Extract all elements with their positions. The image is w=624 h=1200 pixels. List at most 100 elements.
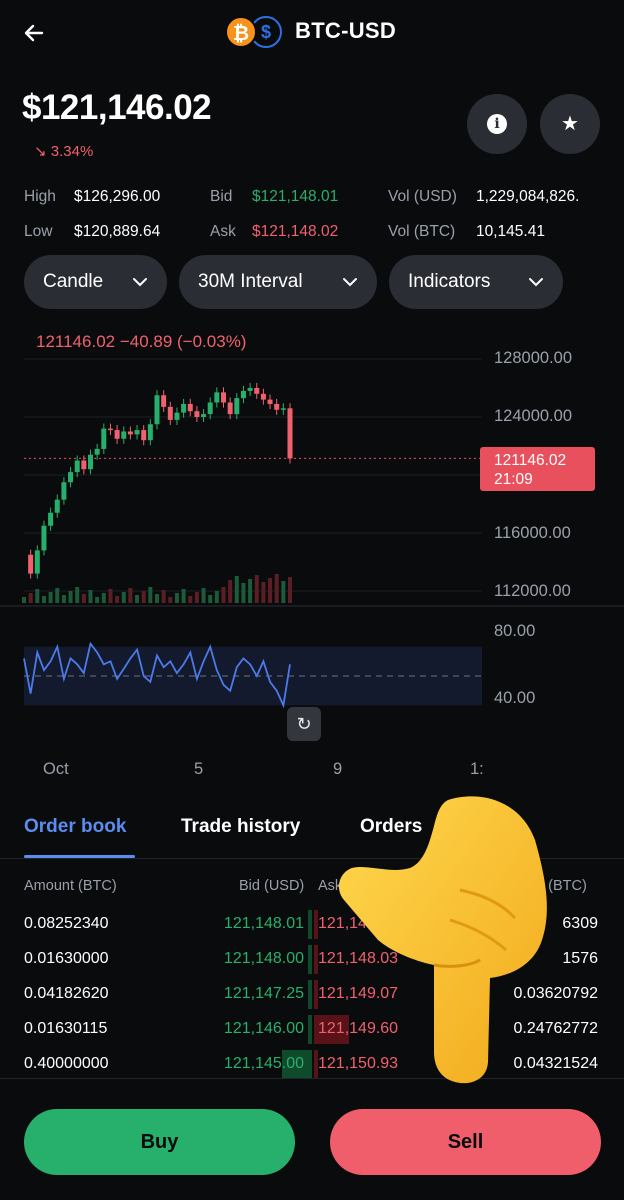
chart-type-dropdown[interactable]: Candle (24, 255, 167, 309)
volume-bar (55, 588, 60, 603)
candle (134, 430, 140, 435)
candle (127, 431, 133, 435)
vol-usd-value: 1,229,084,826. (476, 188, 580, 205)
candle (267, 399, 273, 404)
volume-bar (115, 596, 120, 603)
interval-label: 30M Interval (198, 271, 303, 292)
bid-header: Bid (USD) (239, 878, 305, 894)
volume-bar (248, 579, 253, 603)
vol-btc-label: Vol (BTC) (388, 223, 456, 240)
x-axis-label: 9 (333, 760, 343, 778)
pair-title: BTC-USD (295, 18, 397, 43)
volume-bar (254, 575, 259, 603)
high-label: High (24, 188, 56, 205)
candle (240, 390, 246, 399)
amount-cell: 0.08252340 (24, 915, 109, 932)
amount-cell: 0.40000000 (24, 1055, 109, 1072)
volume-bar (274, 574, 279, 603)
volume-bar (148, 587, 153, 603)
candle (114, 430, 120, 439)
y-axis-label: 124000.00 (494, 407, 572, 425)
volume-bar (181, 589, 186, 603)
candle (167, 406, 173, 420)
volume-bar (95, 597, 100, 603)
candle (107, 428, 113, 431)
candle (68, 472, 74, 483)
volume-bar (155, 594, 159, 603)
bid-depth-bar (308, 910, 312, 939)
tab-trade-history[interactable]: Trade history (181, 816, 300, 838)
volume-bar (221, 587, 226, 603)
amount-cell: 0.01630000 (24, 950, 109, 967)
rsi-axis-label: 80.00 (494, 622, 536, 640)
btc-coin-icon: ₿ (225, 16, 257, 48)
vol-usd-label: Vol (USD) (388, 188, 457, 205)
amount-cell: 0.01630115 (24, 1020, 108, 1037)
y-axis-label: 112000.00 (494, 582, 571, 600)
ask-label: Ask (210, 223, 236, 240)
volume-bar (48, 592, 53, 603)
info-icon: i (487, 114, 507, 134)
candle (174, 412, 180, 420)
current-price: $121,146.02 (22, 88, 212, 127)
chevron-down-icon (527, 255, 545, 309)
volume-bar (61, 595, 66, 603)
back-arrow-icon[interactable] (22, 18, 56, 48)
volume-bar (135, 595, 140, 603)
candle (194, 411, 200, 417)
volume-bar (22, 597, 26, 603)
volume-bar (174, 593, 179, 603)
candle (187, 403, 193, 412)
info-button[interactable]: i (467, 94, 527, 154)
indicators-dropdown[interactable]: Indicators (389, 255, 563, 309)
volume-bar (208, 595, 213, 603)
candle (181, 403, 187, 413)
volume-bar (108, 589, 113, 603)
candle (154, 395, 160, 425)
candle (48, 512, 54, 526)
low-value: $120,889.64 (74, 223, 161, 240)
volume-bar (81, 594, 86, 603)
candle (234, 398, 240, 415)
bid-price-cell: 121,148.00 (223, 950, 304, 967)
candle (201, 414, 207, 417)
volume-bar (121, 592, 126, 603)
buy-button[interactable]: Buy (24, 1109, 295, 1175)
candle (81, 460, 87, 470)
amount-cell: 0.04182620 (24, 985, 109, 1002)
x-axis-label: Oct (43, 760, 69, 778)
candle (34, 550, 40, 574)
bid-price-cell: 121,147.25 (223, 985, 304, 1002)
candle (94, 448, 100, 455)
candle (227, 402, 233, 415)
volume-bar (194, 592, 199, 603)
vol-btc-value: 10,145.41 (476, 223, 545, 240)
chevron-down-icon (341, 255, 359, 309)
chevron-down-icon (131, 255, 149, 309)
volume-bar (141, 591, 146, 603)
down-arrow-icon: ↘ (34, 143, 47, 160)
low-label: Low (24, 223, 53, 240)
volume-bar (201, 588, 206, 603)
indicators-label: Indicators (408, 271, 491, 292)
candle (221, 392, 226, 403)
bid-depth-bar (308, 1015, 312, 1044)
y-axis-label: 128000.00 (494, 349, 572, 367)
bid-label: Bid (210, 188, 233, 205)
candle (101, 428, 107, 449)
star-icon: ★ (561, 113, 579, 135)
sell-button[interactable]: Sell (330, 1109, 601, 1175)
amount-header: Amount (BTC) (24, 878, 117, 894)
bid-value: $121,148.01 (252, 188, 339, 205)
favorite-button[interactable]: ★ (540, 94, 600, 154)
price-change-value: 3.34% (50, 143, 94, 160)
volume-bar (228, 580, 233, 603)
tab-order-book[interactable]: Order book (24, 816, 126, 838)
interval-dropdown[interactable]: 30M Interval (179, 255, 377, 309)
candle (54, 499, 60, 513)
pointing-hand-emoji (338, 796, 547, 1084)
price-tag-value: 121146.02 (494, 452, 567, 469)
reset-zoom-button[interactable]: ↻ (287, 707, 321, 741)
candle (280, 408, 286, 410)
volume-bar (261, 582, 266, 603)
